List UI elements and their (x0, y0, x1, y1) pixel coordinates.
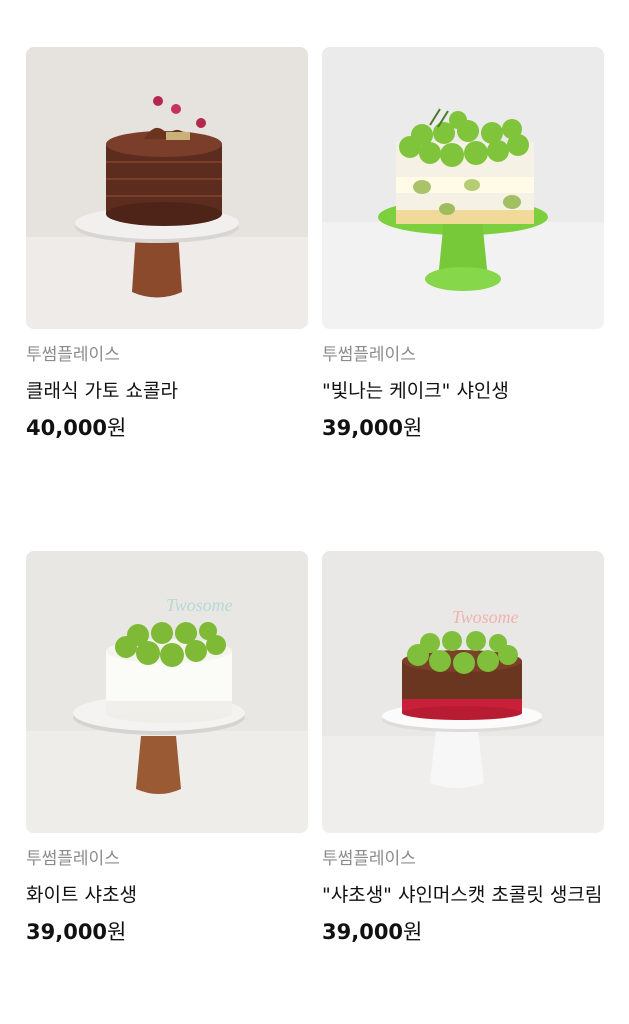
product-price: 39,000원 (322, 918, 604, 946)
price-value: 39,000 (26, 920, 108, 944)
product-card[interactable]: 투썸플레이스 클래식 가토 쇼콜라 40,000원 (26, 47, 308, 551)
product-price: 40,000원 (26, 414, 308, 442)
shine-muscat-cake-image[interactable] (322, 47, 604, 329)
price-currency: 원 (403, 920, 423, 944)
product-name[interactable]: "샤초생" 샤인머스캣 초콜릿 생크림 (322, 881, 604, 910)
product-card[interactable]: Twosome 투썸플레이스 "샤초생" 샤인머스캣 초콜릿 생크림 39,00… (322, 551, 604, 1024)
brand-label: 투썸플레이스 (322, 345, 416, 365)
white-muscat-cake-image[interactable]: Twosome (26, 551, 308, 833)
product-card[interactable]: Twosome 투썸플레이스 화이트 샤초생 39,000원 (26, 551, 308, 1024)
svg-text:Twosome: Twosome (166, 595, 233, 615)
brand-label: 투썸플레이스 (322, 849, 416, 869)
chocolate-muscat-cake-image[interactable]: Twosome (322, 551, 604, 833)
svg-text:Twosome: Twosome (452, 607, 519, 627)
brand-label: 투썸플레이스 (26, 849, 120, 869)
product-price: 39,000원 (322, 414, 604, 442)
product-grid: 투썸플레이스 클래식 가토 쇼콜라 40,000원 투썸플레이스 "빛나는 케이… (26, 47, 604, 1024)
product-price: 39,000원 (26, 918, 308, 946)
price-value: 39,000 (322, 920, 404, 944)
product-name[interactable]: 화이트 샤초생 (26, 881, 308, 910)
price-currency: 원 (107, 416, 127, 440)
brand-label: 투썸플레이스 (26, 345, 120, 365)
chocolate-cake-image[interactable] (26, 47, 308, 329)
price-value: 40,000 (26, 416, 108, 440)
product-card[interactable]: 투썸플레이스 "빛나는 케이크" 샤인생 39,000원 (322, 47, 604, 551)
product-name[interactable]: 클래식 가토 쇼콜라 (26, 377, 308, 406)
price-currency: 원 (107, 920, 127, 944)
price-value: 39,000 (322, 416, 404, 440)
price-currency: 원 (403, 416, 423, 440)
product-name[interactable]: "빛나는 케이크" 샤인생 (322, 377, 604, 406)
